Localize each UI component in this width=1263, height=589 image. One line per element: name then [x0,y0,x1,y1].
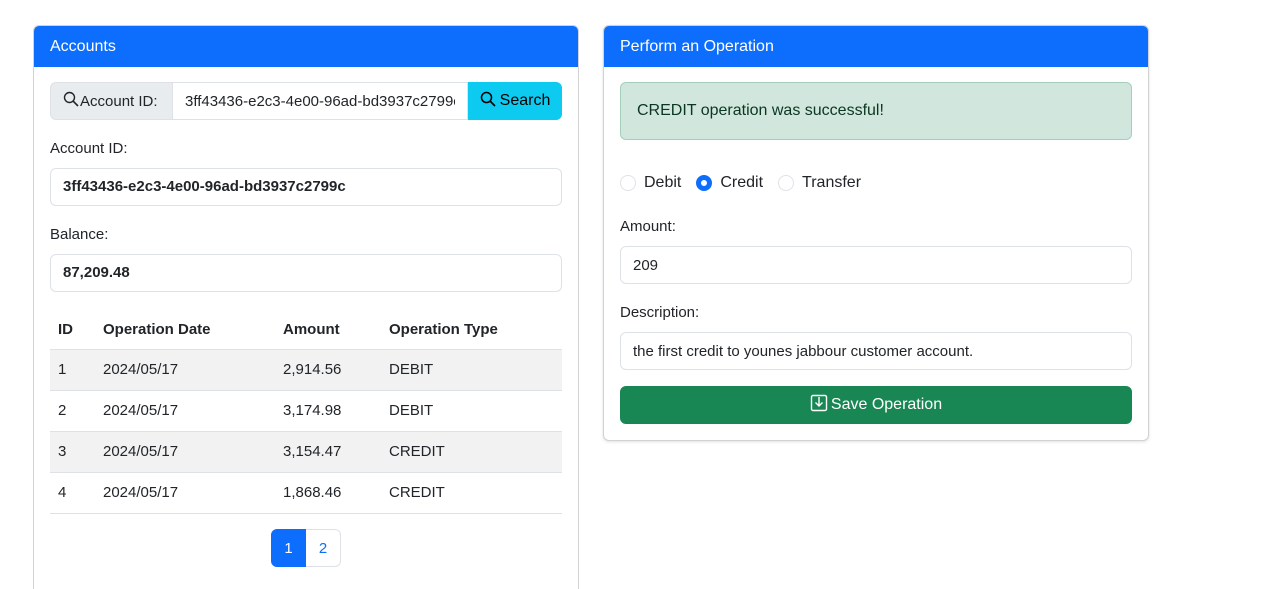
column-header-type: Operation Type [381,310,562,350]
table-row: 4 2024/05/17 1,868.46 CREDIT [50,472,562,514]
table-row: 2 2024/05/17 3,174.98 DEBIT [50,390,562,432]
page-button-2[interactable]: 2 [306,529,341,567]
success-alert: CREDIT operation was successful! [620,82,1132,140]
search-icon [63,91,80,111]
cell-amount: 1,868.46 [275,472,381,514]
search-addon: Account ID: [50,82,172,120]
radio-option-credit[interactable]: Credit [696,174,763,192]
radio-label-transfer: Transfer [802,174,862,191]
account-id-value: 3ff43436-e2c3-4e00-96ad-bd3937c2799c [50,168,562,206]
cell-amount: 3,154.47 [275,431,381,473]
cell-id: 3 [50,431,95,473]
cell-date: 2024/05/17 [95,472,275,514]
search-button-label: Search [499,92,551,109]
radio-credit[interactable] [696,175,713,191]
radio-transfer[interactable] [778,175,795,191]
cell-type: CREDIT [381,472,562,514]
save-icon [810,394,831,417]
account-id-search-input[interactable] [172,82,468,120]
balance-value: 87,209.48 [50,254,562,292]
description-input[interactable] [620,332,1132,370]
operation-type-radio-group: Debit Credit Transfer [620,174,876,192]
search-addon-label: Account ID: [80,92,158,110]
description-label: Description: [620,304,700,321]
radio-debit[interactable] [620,175,636,191]
amount-label: Amount: [620,218,676,235]
amount-input[interactable] [620,246,1132,284]
account-search-group: Account ID: Search [50,82,562,120]
cell-amount: 2,914.56 [275,349,381,391]
column-header-amount: Amount [275,310,381,350]
cell-id: 1 [50,349,95,391]
column-header-id: ID [50,310,95,350]
cell-type: CREDIT [381,431,562,473]
radio-label-credit: Credit [720,174,764,191]
cell-amount: 3,174.98 [275,390,381,432]
table-header-row: ID Operation Date Amount Operation Type [50,310,562,350]
cell-id: 2 [50,390,95,432]
search-icon [480,91,500,112]
balance-label: Balance: [50,226,109,243]
radio-option-transfer[interactable]: Transfer [778,174,861,192]
cell-date: 2024/05/17 [95,349,275,391]
search-button[interactable]: Search [468,82,562,120]
operations-table: ID Operation Date Amount Operation Type … [50,310,562,514]
radio-label-debit: Debit [644,174,682,191]
save-operation-button[interactable]: Save Operation [620,386,1132,424]
pagination: 1 2 [271,529,341,567]
page-button-1[interactable]: 1 [271,529,306,567]
operation-card: Perform an Operation CREDIT operation wa… [603,25,1149,441]
accounts-card: Accounts Account ID: Search Account ID: … [33,25,579,589]
table-row: 3 2024/05/17 3,154.47 CREDIT [50,431,562,473]
accounts-card-header: Accounts [34,26,578,67]
radio-option-debit[interactable]: Debit [620,174,681,192]
cell-id: 4 [50,472,95,514]
cell-type: DEBIT [381,390,562,432]
cell-date: 2024/05/17 [95,390,275,432]
save-operation-label: Save Operation [830,396,943,413]
table-row: 1 2024/05/17 2,914.56 DEBIT [50,349,562,391]
cell-type: DEBIT [381,349,562,391]
account-id-label: Account ID: [50,140,128,157]
column-header-date: Operation Date [95,310,275,350]
cell-date: 2024/05/17 [95,431,275,473]
operation-card-header: Perform an Operation [604,26,1148,67]
